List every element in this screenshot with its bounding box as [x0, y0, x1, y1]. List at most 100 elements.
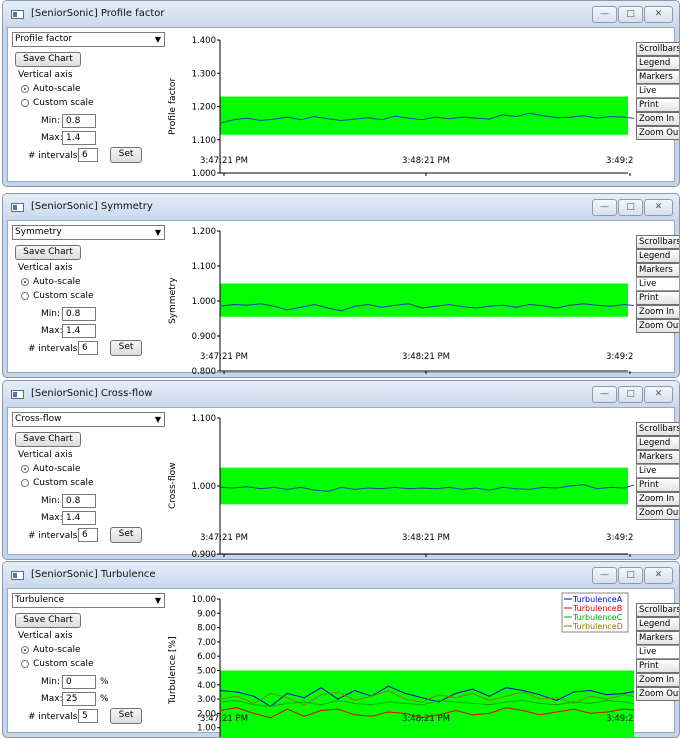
chart-area: 0.800 0.900 1.000 1.100 1.200 3:47:21 PM 3:48:…	[184, 221, 634, 377]
custom-scale-radio[interactable]	[21, 660, 29, 668]
markers-button[interactable]: Markers	[636, 450, 679, 464]
max-input[interactable]: 25	[62, 692, 96, 706]
data-point	[434, 116, 437, 118]
data-point	[381, 488, 383, 490]
vertical-axis-label: Vertical axis	[18, 450, 73, 460]
markers-button[interactable]: Markers	[636, 70, 679, 84]
close-button[interactable]: ✕	[644, 567, 673, 584]
zoom-out-button[interactable]: Zoom Out	[636, 319, 679, 333]
save-chart-button[interactable]: Save Chart	[15, 613, 81, 628]
intervals-input[interactable]: 5	[78, 709, 98, 723]
close-button[interactable]: ✕	[644, 386, 673, 403]
save-chart-button[interactable]: Save Chart	[15, 52, 81, 67]
min-input[interactable]: 0.8	[62, 114, 96, 128]
min-input[interactable]: 0.8	[62, 307, 96, 321]
turbulence-window: [SeniorSonic] Turbulence — □ ✕ Turbulence ▼ Sa…	[2, 561, 680, 738]
max-input[interactable]: 1.4	[62, 131, 96, 145]
data-point	[320, 704, 322, 706]
save-chart-button[interactable]: Save Chart	[15, 432, 81, 447]
data-point	[367, 117, 369, 119]
metric-select[interactable]: Symmetry ▼	[12, 225, 165, 240]
custom-scale-radio[interactable]	[21, 99, 29, 107]
set-button[interactable]: Set	[110, 527, 142, 543]
zoom-in-button[interactable]: Zoom In	[636, 673, 679, 687]
zoom-out-button[interactable]: Zoom Out	[636, 126, 679, 140]
data-point	[381, 306, 383, 308]
scrollbars-button[interactable]: Scrollbars	[636, 603, 679, 617]
legend-button[interactable]: Legend	[636, 56, 679, 70]
close-button[interactable]: ✕	[644, 6, 673, 23]
legend-button[interactable]: Legend	[636, 436, 679, 450]
scrollbars-button[interactable]: Scrollbars	[636, 422, 679, 436]
data-point	[488, 712, 490, 714]
min-input[interactable]: 0.8	[62, 494, 96, 508]
max-label: Max:	[41, 513, 63, 523]
data-point	[219, 689, 221, 692]
zoom-in-button[interactable]: Zoom In	[636, 492, 679, 506]
zoom-in-button[interactable]: Zoom In	[636, 305, 679, 319]
minimize-button[interactable]: —	[592, 199, 617, 216]
print-button[interactable]: Print	[636, 98, 679, 112]
data-point	[623, 694, 625, 696]
max-input[interactable]: 1.4	[62, 324, 96, 338]
save-chart-button[interactable]: Save Chart	[15, 245, 81, 260]
zoom-out-button[interactable]: Zoom Out	[636, 687, 679, 701]
set-button[interactable]: Set	[110, 708, 142, 724]
data-point	[434, 488, 437, 490]
intervals-input[interactable]: 6	[78, 528, 98, 542]
data-point	[354, 488, 356, 490]
live-button[interactable]: Live	[636, 84, 679, 98]
maximize-button[interactable]: □	[618, 199, 643, 216]
minimize-button[interactable]: —	[592, 567, 617, 584]
legend-button[interactable]: Legend	[636, 617, 679, 631]
metric-select[interactable]: Turbulence ▼	[12, 593, 165, 608]
data-point	[448, 118, 450, 120]
maximize-button[interactable]: □	[618, 6, 643, 23]
scrollbars-button[interactable]: Scrollbars	[636, 235, 679, 249]
auto-scale-radio[interactable]	[21, 465, 29, 473]
data-point	[421, 701, 423, 703]
data-point	[253, 695, 255, 697]
data-point	[286, 697, 288, 699]
min-input[interactable]: 0	[62, 675, 96, 689]
live-button[interactable]: Live	[636, 277, 679, 291]
data-point	[556, 711, 558, 713]
maximize-button[interactable]: □	[618, 386, 643, 403]
close-button[interactable]: ✕	[644, 199, 673, 216]
metric-select[interactable]: Cross-flow ▼	[12, 412, 165, 427]
live-button[interactable]: Live	[636, 464, 679, 478]
zoom-in-button[interactable]: Zoom In	[636, 112, 679, 126]
intervals-input[interactable]: 6	[78, 341, 98, 355]
data-point	[286, 309, 288, 311]
max-input[interactable]: 1.4	[62, 511, 96, 525]
data-point	[589, 712, 591, 714]
metric-select[interactable]: Profile factor ▼	[12, 32, 165, 47]
auto-scale-radio[interactable]	[21, 278, 29, 286]
minimize-button[interactable]: —	[592, 6, 617, 23]
auto-scale-radio[interactable]	[21, 85, 29, 93]
print-button[interactable]: Print	[636, 659, 679, 673]
auto-scale-radio[interactable]	[21, 646, 29, 654]
y-tick-label: 8.00	[197, 624, 216, 634]
print-button[interactable]: Print	[636, 291, 679, 305]
y-axis-title: Symmetry	[168, 277, 178, 325]
markers-button[interactable]: Markers	[636, 631, 679, 645]
print-button[interactable]: Print	[636, 478, 679, 492]
custom-scale-radio[interactable]	[21, 292, 29, 300]
app-icon	[11, 390, 24, 399]
data-point	[232, 303, 235, 306]
title-bar: [SeniorSonic] Cross-flow — □ ✕	[3, 381, 679, 407]
custom-scale-radio[interactable]	[21, 479, 29, 487]
zoom-out-button[interactable]: Zoom Out	[636, 506, 679, 520]
intervals-input[interactable]: 6	[78, 148, 98, 162]
data-point	[515, 306, 517, 308]
set-button[interactable]: Set	[110, 147, 142, 163]
markers-button[interactable]: Markers	[636, 263, 679, 277]
minimize-button[interactable]: —	[592, 386, 617, 403]
live-button[interactable]: Live	[636, 645, 679, 659]
maximize-button[interactable]: □	[618, 567, 643, 584]
set-button[interactable]: Set	[110, 340, 142, 356]
control-panel: Cross-flow ▼ Save Chart Vertical axis Auto-s…	[8, 408, 168, 554]
scrollbars-button[interactable]: Scrollbars	[636, 42, 679, 56]
legend-button[interactable]: Legend	[636, 249, 679, 263]
